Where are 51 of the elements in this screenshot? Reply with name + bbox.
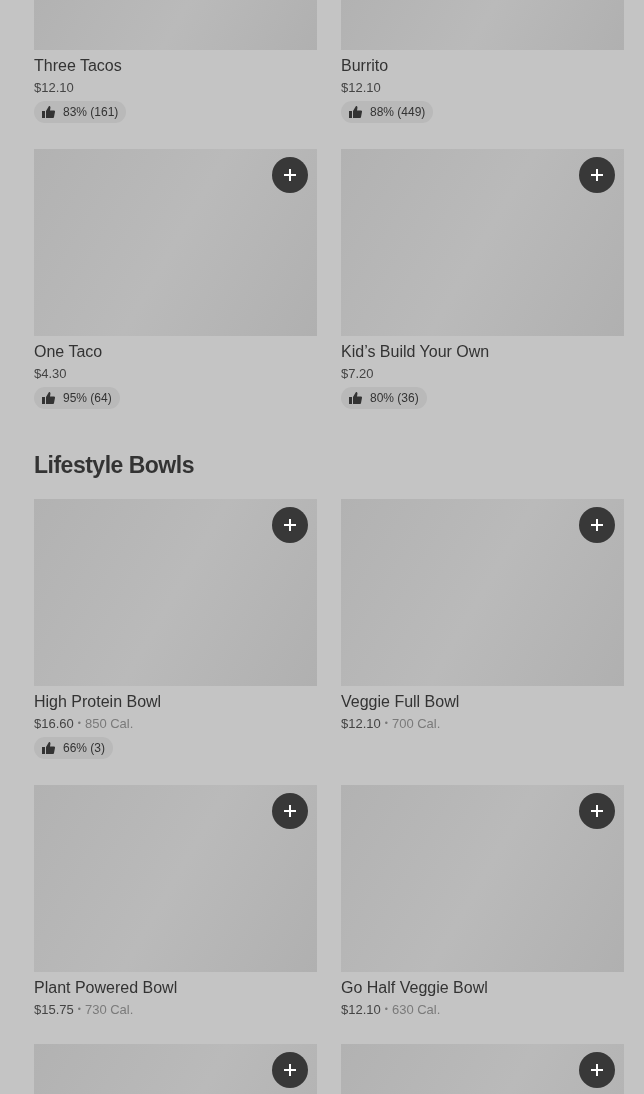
plus-icon [590, 518, 604, 532]
rating-text: 66% (3) [63, 741, 106, 755]
item-price: $16.60 [34, 715, 74, 732]
thumbs-up-icon [42, 392, 55, 404]
item-calories: 630 Cal. [391, 1001, 441, 1018]
item-name: One Taco [34, 342, 103, 362]
rating-text: 80% (36) [370, 391, 419, 405]
item-name: Three Tacos [34, 56, 122, 76]
thumbs-up-icon [349, 106, 362, 118]
item-price: $12.10 [341, 715, 381, 732]
separator-dot: • [77, 1003, 81, 1016]
add-button[interactable] [272, 507, 308, 543]
plus-icon [283, 1063, 297, 1077]
plus-icon [283, 168, 297, 182]
thumbs-up-icon [42, 742, 55, 754]
add-button[interactable] [579, 507, 615, 543]
separator-dot: • [384, 717, 388, 730]
item-price: $15.75 [34, 1001, 74, 1018]
item-price: $7.20 [341, 365, 374, 382]
item-price: $12.10 [34, 79, 74, 96]
item-price: $12.10 [341, 1001, 381, 1018]
add-button[interactable] [579, 157, 615, 193]
item-calories: 730 Cal. [84, 1001, 134, 1018]
separator-dot: • [77, 717, 81, 730]
item-name: Go Half Veggie Bowl [341, 978, 488, 998]
rating-text: 83% (161) [63, 105, 119, 119]
item-name: Burrito [341, 56, 389, 76]
item-name: Plant Powered Bowl [34, 978, 178, 998]
plus-icon [283, 804, 297, 818]
plus-icon [283, 518, 297, 532]
plus-icon [590, 1063, 604, 1077]
add-button[interactable] [272, 1052, 308, 1088]
item-name: Kid’s Build Your Own [341, 342, 490, 362]
section-heading: Lifestyle Bowls [34, 451, 195, 479]
plus-icon [590, 804, 604, 818]
plus-icon [590, 168, 604, 182]
rating-text: 95% (64) [63, 391, 112, 405]
add-button[interactable] [272, 793, 308, 829]
thumbs-up-icon [349, 392, 362, 404]
item-name: Veggie Full Bowl [341, 692, 460, 712]
item-price: $12.10 [341, 79, 381, 96]
item-name: High Protein Bowl [34, 692, 162, 712]
add-button[interactable] [579, 1052, 615, 1088]
item-price: $4.30 [34, 365, 67, 382]
item-calories: 700 Cal. [391, 715, 441, 732]
rating-text: 88% (449) [370, 105, 426, 119]
item-calories: 850 Cal. [84, 715, 134, 732]
add-button[interactable] [272, 157, 308, 193]
add-button[interactable] [579, 793, 615, 829]
separator-dot: • [384, 1003, 388, 1016]
thumbs-up-icon [42, 106, 55, 118]
